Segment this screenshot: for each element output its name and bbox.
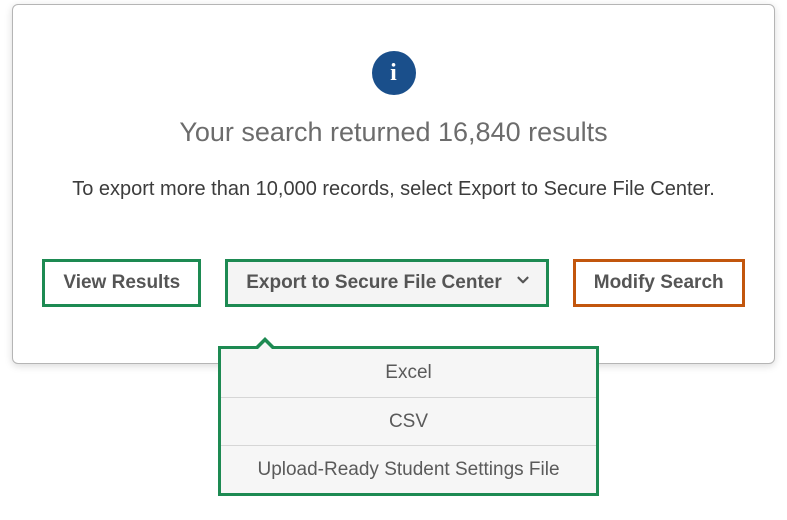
results-headline: Your search returned 16,840 results [13, 117, 774, 148]
export-dropdown-menu: Excel CSV Upload-Ready Student Settings … [218, 346, 599, 496]
export-label: Export to Secure File Center [246, 272, 502, 294]
export-option-label: Excel [385, 362, 431, 384]
action-button-row: View Results Export to Secure File Cente… [13, 259, 774, 307]
modify-search-button[interactable]: Modify Search [573, 259, 745, 307]
export-option-excel[interactable]: Excel [221, 349, 596, 397]
export-option-label: Upload-Ready Student Settings File [257, 459, 559, 481]
info-icon-glyph: i [390, 61, 397, 85]
view-results-button[interactable]: View Results [42, 259, 201, 307]
info-icon: i [372, 51, 416, 95]
export-secure-file-center-button[interactable]: Export to Secure File Center [225, 259, 549, 307]
export-option-csv[interactable]: CSV [221, 397, 596, 445]
results-dialog: i Your search returned 16,840 results To… [12, 4, 775, 364]
view-results-label: View Results [63, 272, 180, 294]
export-option-label: CSV [389, 411, 428, 433]
results-subline: To export more than 10,000 records, sele… [13, 178, 774, 201]
modify-search-label: Modify Search [594, 272, 724, 294]
chevron-down-icon [514, 271, 532, 295]
export-option-upload-ready[interactable]: Upload-Ready Student Settings File [221, 445, 596, 493]
